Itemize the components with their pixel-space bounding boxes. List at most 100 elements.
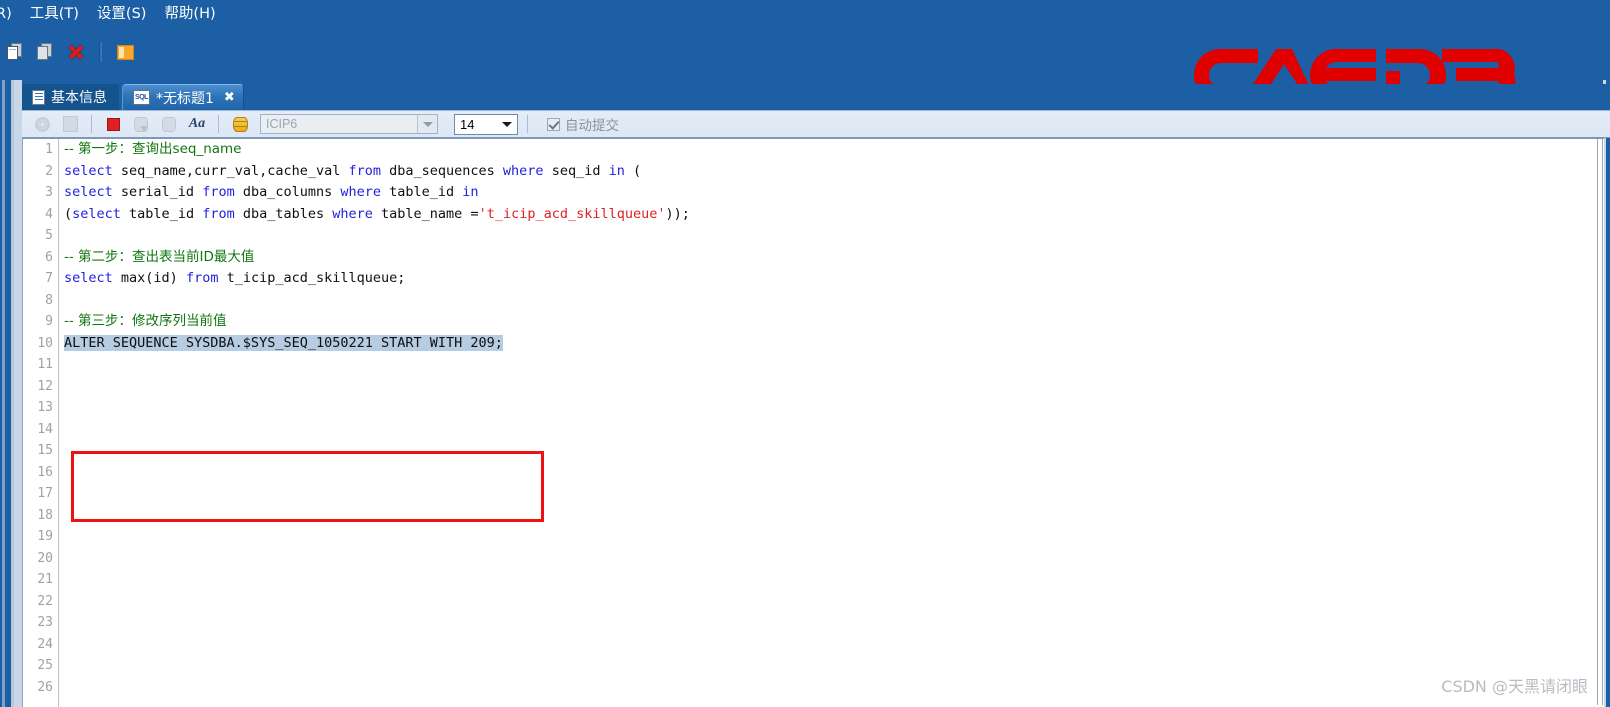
sql-file-icon: SQL [133, 90, 150, 105]
code-line[interactable] [60, 612, 1604, 634]
code-line[interactable] [60, 290, 1604, 312]
commit-icon [134, 116, 148, 132]
script-button[interactable] [58, 113, 82, 135]
code-token: ( [624, 162, 642, 179]
stop-button[interactable] [101, 113, 125, 135]
orange-window-icon [116, 44, 134, 60]
menu-item-settings[interactable]: 设置(S) [88, 0, 156, 28]
code-line[interactable] [60, 526, 1604, 548]
tab-basic-info-label: 基本信息 [51, 90, 107, 106]
connection-select-value: ICIP6 [266, 117, 298, 131]
font-button[interactable]: Aa [185, 113, 209, 135]
code-token: select [64, 184, 113, 200]
code-line[interactable] [60, 462, 1604, 484]
code-token: seq_name,curr_val,cache_val [112, 162, 349, 179]
line-number-gutter: 1 2 3 4 5 6 7 8 9 10 11 12 13 14 15 16 17 18 19 20 21 22 23 24 2… [23, 139, 59, 707]
font-size-select[interactable]: 14 [454, 113, 518, 135]
line-number: 4 [45, 206, 53, 222]
menu-item-0[interactable]: R) [0, 0, 21, 28]
line-number: 7 [45, 271, 53, 286]
code-line[interactable] [60, 548, 1604, 570]
code-line[interactable] [60, 440, 1604, 462]
copy-documents-button[interactable] [34, 40, 58, 64]
code-line[interactable]: (select table_id from dba_tables where t… [60, 204, 1604, 226]
line-number: 22 [37, 593, 53, 609]
window-button[interactable] [113, 40, 137, 64]
code-token: -- 第一步：查询出seq_name [64, 141, 242, 157]
right-panel-strip [1603, 80, 1610, 707]
new-document-icon [7, 43, 25, 61]
line-number: 20 [37, 550, 53, 566]
line-number: 11 [37, 357, 53, 372]
line-number: 2 [45, 163, 53, 179]
code-line[interactable] [60, 677, 1604, 699]
sql-editor[interactable]: 1 2 3 4 5 6 7 8 9 10 11 12 13 14 15 16 17 18 19 20 21 22 23 24 2… [22, 138, 1604, 707]
menu-item-help[interactable]: 帮助(H) [155, 0, 224, 28]
line-number: 10 [37, 335, 53, 351]
sql-file-icon-label: SQL [135, 94, 148, 101]
rollback-icon [162, 116, 176, 132]
commit-button[interactable] [129, 113, 153, 135]
line-number: 24 [37, 636, 53, 652]
code-line[interactable]: -- 第三步：修改序列当前值 [60, 311, 1604, 333]
vertical-scrollbar[interactable] [1597, 139, 1603, 705]
line-number: 18 [37, 507, 53, 523]
code-line[interactable] [60, 634, 1604, 656]
code-line[interactable]: select max(id) from t_icip_acd_skillqueu… [60, 268, 1604, 290]
delete-button[interactable] [64, 40, 88, 64]
font-icon: Aa [188, 116, 206, 131]
code-token: where [502, 162, 544, 179]
code-line[interactable]: -- 第二步：查出表当前ID最大值 [60, 247, 1604, 269]
chevron-down-icon [502, 121, 512, 127]
left-panel-strip[interactable] [0, 80, 22, 707]
code-token: dba_columns [234, 184, 341, 200]
code-line[interactable]: -- 第一步：查询出seq_name [60, 139, 1604, 161]
code-line[interactable] [60, 376, 1604, 398]
code-token: from [185, 270, 219, 286]
font-size-value: 14 [460, 116, 475, 132]
code-token: seq_id [543, 162, 609, 179]
new-document-button[interactable] [4, 40, 28, 64]
code-line[interactable] [60, 483, 1604, 505]
code-area[interactable]: -- 第一步：查询出seq_nameselect seq_name,curr_v… [60, 139, 1604, 707]
code-line[interactable] [60, 354, 1604, 376]
code-line[interactable]: select seq_name,curr_val,cache_val from … [60, 161, 1604, 183]
top-toolbar-buttons [4, 40, 137, 64]
line-number: 26 [37, 679, 53, 695]
line-number: 21 [37, 572, 53, 587]
settings-button[interactable] [30, 113, 54, 135]
line-number: 8 [45, 292, 53, 308]
code-line[interactable]: select serial_id from dba_columns where … [60, 182, 1604, 204]
code-line[interactable] [60, 505, 1604, 527]
code-token: select [64, 162, 113, 179]
gear-icon [34, 116, 50, 132]
menu-bar: R) 工具(T) 设置(S) 帮助(H) [0, 0, 1610, 28]
menu-item-tools[interactable]: 工具(T) [21, 0, 88, 28]
autocommit-checkbox[interactable]: 自动提交 [547, 114, 619, 134]
tab-basic-info[interactable]: 基本信息 [22, 84, 119, 110]
code-line[interactable] [60, 397, 1604, 419]
line-number: 16 [37, 464, 53, 480]
code-line[interactable] [60, 569, 1604, 591]
font-size-arrow[interactable] [497, 114, 517, 134]
line-number: 17 [37, 486, 53, 501]
application-window: R) 工具(T) 设置(S) 帮助(H) 基本信息 SQL *无标题1 ✖ Aa… [0, 0, 1610, 707]
tab-untitled-1[interactable]: SQL *无标题1 ✖ [122, 84, 244, 110]
code-line[interactable]: ALTER SEQUENCE SYSDBA.$SYS_SEQ_1050221 S… [60, 333, 1604, 355]
code-token: ALTER SEQUENCE SYSDBA.$SYS_SEQ_1050221 S… [64, 334, 503, 351]
code-line[interactable] [60, 591, 1604, 613]
tab-close-icon[interactable]: ✖ [224, 91, 235, 104]
copy-documents-icon [37, 43, 55, 61]
rollback-button[interactable] [157, 113, 181, 135]
database-button[interactable] [228, 113, 252, 135]
code-line[interactable] [60, 419, 1604, 441]
code-line[interactable] [60, 655, 1604, 677]
code-token: select [64, 270, 113, 286]
code-line[interactable] [60, 225, 1604, 247]
code-token: )); [665, 205, 690, 222]
connection-select-arrow[interactable] [417, 115, 437, 133]
code-token: t_icip_acd_skillqueue; [218, 270, 406, 286]
line-number: 19 [37, 529, 53, 544]
connection-select[interactable]: ICIP6 [260, 114, 438, 134]
line-number: 5 [45, 228, 53, 243]
